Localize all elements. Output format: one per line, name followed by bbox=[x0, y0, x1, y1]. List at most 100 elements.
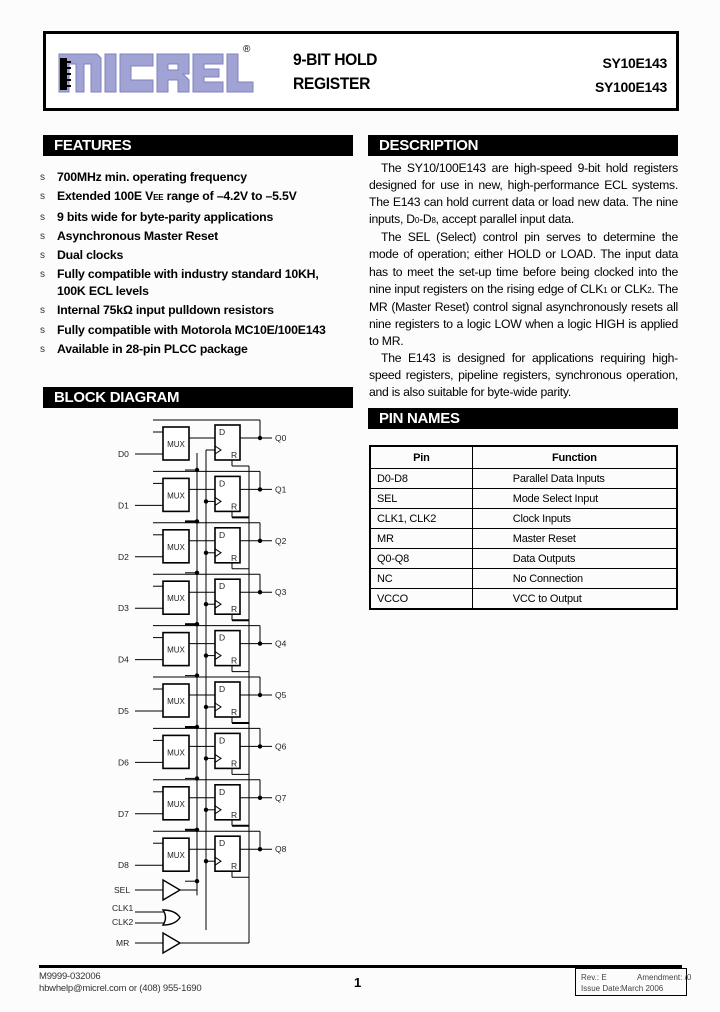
logo-letters bbox=[58, 53, 254, 93]
pin-cell: Q0-Q8 bbox=[369, 548, 473, 569]
block-diagram: MUX D0 D R Q0 MUX D1 D R Q1 MUX D2 D R Q2 MUX D3 D R Q3 MUX D… bbox=[112, 419, 287, 955]
block-diagram-heading: BLOCK DIAGRAM bbox=[43, 387, 353, 408]
ff-d-label: D bbox=[219, 530, 225, 540]
output-junction bbox=[257, 744, 263, 749]
feature-item: s Available in 28-pin PLCC package bbox=[40, 340, 355, 359]
description-heading: DESCRIPTION bbox=[368, 135, 678, 156]
pin-cell: SEL bbox=[369, 488, 473, 509]
clk1-label: CLK1 bbox=[112, 903, 134, 913]
ff-r-label: R bbox=[231, 758, 237, 768]
bullet-icon: s bbox=[40, 269, 45, 281]
function-cell: Clock Inputs bbox=[471, 508, 678, 529]
output-label-q2: Q2 bbox=[275, 536, 287, 546]
ff-d-label: D bbox=[219, 478, 225, 488]
function-cell: VCC to Output bbox=[471, 588, 678, 610]
function-cell: No Connection bbox=[471, 568, 678, 589]
pin-cell: CLK1, CLK2 bbox=[369, 508, 473, 529]
mr-buffer-icon bbox=[162, 931, 182, 955]
output-junction bbox=[257, 847, 263, 852]
output-junction bbox=[257, 692, 263, 698]
table-row: D0-D8 Parallel Data Inputs bbox=[369, 468, 678, 489]
ff-d-label: D bbox=[219, 838, 225, 848]
output-label-q3: Q3 bbox=[275, 587, 287, 597]
description-paragraph: The SY10/100E143 are high-speed 9-bit ho… bbox=[369, 161, 678, 227]
output-label-q1: Q1 bbox=[275, 484, 287, 494]
ff-r-label: R bbox=[231, 450, 237, 460]
column-header-function: Function bbox=[471, 445, 678, 469]
mux-label: MUX bbox=[167, 440, 185, 449]
table-row: CLK1, CLK2 Clock Inputs bbox=[369, 508, 678, 529]
input-label-d6: D6 bbox=[118, 757, 129, 767]
pin-names-heading: PIN NAMES bbox=[368, 408, 678, 429]
bullet-icon: s bbox=[40, 230, 45, 242]
output-label-q6: Q6 bbox=[275, 741, 287, 751]
table-row: VCCO VCC to Output bbox=[369, 588, 678, 610]
mux-label: MUX bbox=[167, 543, 185, 552]
feature-item: s Internal 75kΩ input pulldown resistors bbox=[40, 301, 355, 320]
table-header-row: Pin Function bbox=[369, 445, 678, 469]
bullet-icon: s bbox=[40, 344, 45, 356]
column-header-pin: Pin bbox=[369, 445, 473, 469]
features-list: s 700MHz min. operating frequency s Extend… bbox=[40, 168, 355, 359]
bullet-icon: s bbox=[40, 191, 45, 203]
output-junction bbox=[257, 590, 263, 595]
output-junction bbox=[257, 487, 263, 492]
feature-item: s Asynchronous Master Reset bbox=[40, 227, 355, 246]
ff-r-label: R bbox=[231, 553, 237, 563]
revision-row: Rev.: E Amendment: /0 bbox=[581, 973, 692, 982]
clk2-label: CLK2 bbox=[112, 917, 134, 927]
footer-info: M9999-032006 hbwhelp@micrel.com or (408)… bbox=[39, 971, 202, 995]
issue-date-row: Issue Date: March 2006 bbox=[581, 984, 664, 993]
registered-mark: ® bbox=[243, 44, 251, 55]
logo-chip-glyph bbox=[60, 58, 71, 90]
ff-r-label: R bbox=[231, 501, 237, 511]
sel-buffer-icon bbox=[162, 878, 182, 902]
ff-d-label: D bbox=[219, 684, 225, 694]
function-cell: Data Outputs bbox=[471, 548, 678, 569]
output-junction bbox=[257, 538, 263, 543]
ff-d-label: D bbox=[219, 735, 225, 745]
ff-d-label: D bbox=[219, 581, 225, 591]
mux-label: MUX bbox=[167, 748, 185, 757]
sel-label: SEL bbox=[114, 885, 130, 895]
function-cell: Mode Select Input bbox=[471, 488, 678, 509]
part-numbers: SY10E143 SY100E143 bbox=[595, 51, 667, 99]
pin-names-table: Pin Function D0-D8 Parallel Data Inputs SE… bbox=[369, 445, 678, 610]
input-label-d7: D7 bbox=[118, 809, 129, 819]
part-number-2: SY100E143 bbox=[594, 79, 667, 95]
ff-d-label: D bbox=[219, 427, 225, 437]
title-line-2: REGISTER bbox=[293, 74, 371, 93]
output-label-q7: Q7 bbox=[275, 793, 287, 803]
contact-info[interactable]: hbwhelp@micrel.com or (408) 955-1690 bbox=[39, 983, 202, 995]
mr-label: MR bbox=[116, 938, 129, 948]
page-number: 1 bbox=[354, 975, 362, 990]
mux-label: MUX bbox=[167, 646, 185, 655]
table-row: MR Master Reset bbox=[369, 528, 678, 549]
description-paragraph: The E143 is designed for applications re… bbox=[369, 351, 678, 400]
input-label-d2: D2 bbox=[118, 552, 129, 562]
feature-item: s Fully compatible with industry standard… bbox=[40, 267, 319, 299]
document-number: M9999-032006 bbox=[39, 971, 101, 982]
table-row: Q0-Q8 Data Outputs bbox=[369, 548, 678, 569]
output-junction bbox=[257, 435, 263, 441]
input-label-d8: D8 bbox=[118, 860, 129, 870]
output-label-q8: Q8 bbox=[275, 844, 287, 854]
output-label-q0: Q0 bbox=[275, 433, 287, 443]
function-cell: Master Reset bbox=[471, 528, 678, 549]
table-row: SEL Mode Select Input bbox=[369, 488, 678, 509]
feature-item: s Fully compatible with Motorola MC10E/10… bbox=[40, 321, 355, 340]
output-junction bbox=[257, 641, 263, 646]
micrel-logo bbox=[58, 53, 254, 93]
input-label-d3: D3 bbox=[118, 603, 129, 613]
pin-cell: VCCO bbox=[369, 588, 473, 610]
pin-cell: D0-D8 bbox=[369, 468, 473, 489]
part-number-1: SY10E143 bbox=[602, 55, 667, 71]
ff-r-label: R bbox=[231, 707, 237, 717]
output-label-q5: Q5 bbox=[275, 690, 287, 700]
revision-box: Rev.: E Amendment: /0 Issue Date: March 2… bbox=[575, 968, 692, 996]
ff-r-label: R bbox=[231, 656, 237, 666]
function-cell: Parallel Data Inputs bbox=[471, 468, 678, 489]
ff-d-label: D bbox=[219, 787, 225, 797]
mux-label: MUX bbox=[167, 800, 185, 809]
document-title: 9-BIT HOLD REGISTER bbox=[293, 48, 377, 96]
